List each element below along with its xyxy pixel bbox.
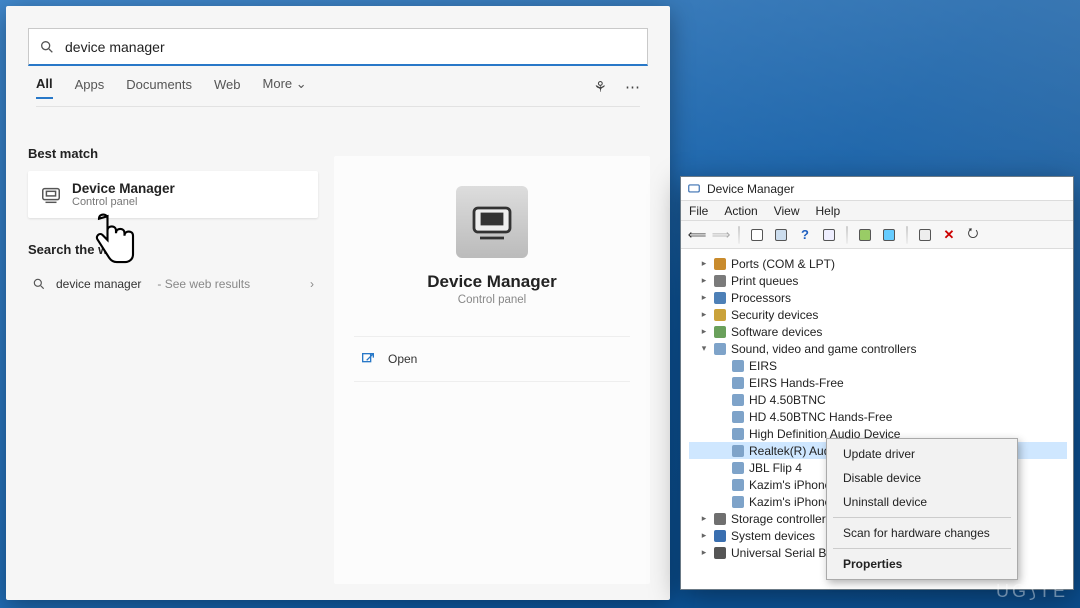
search-input[interactable] xyxy=(65,39,637,55)
detail-title: Device Manager xyxy=(334,272,650,292)
ctx-update[interactable]: Update driver xyxy=(829,442,1015,466)
window-title: Device Manager xyxy=(707,182,794,196)
device-manager-icon xyxy=(40,184,62,206)
open-action[interactable]: Open xyxy=(354,336,630,382)
start-search-panel: All Apps Documents Web More ⌄ ⚘ ⋯ Best m… xyxy=(6,6,670,600)
menu-action[interactable]: Action xyxy=(724,204,757,218)
search-box[interactable] xyxy=(28,28,648,66)
best-match-title: Device Manager xyxy=(72,181,175,196)
watermark: UG⟆TE xyxy=(996,581,1068,602)
ctx-properties[interactable]: Properties xyxy=(829,552,1015,576)
toolbar-btn[interactable] xyxy=(855,225,875,245)
chevron-right-icon: › xyxy=(310,277,314,291)
device-manager-large-icon xyxy=(456,186,528,258)
tree-node-ports[interactable]: ▸Ports (COM & LPT) xyxy=(689,255,1067,272)
web-result-row[interactable]: device manager - See web results › xyxy=(28,267,318,301)
search-tabs: All Apps Documents Web More ⌄ ⚘ ⋯ xyxy=(36,76,640,107)
toolbar-btn[interactable] xyxy=(747,225,767,245)
ctx-disable[interactable]: Disable device xyxy=(829,466,1015,490)
menu-help[interactable]: Help xyxy=(816,204,841,218)
refresh-icon[interactable]: ⭮ xyxy=(963,225,983,245)
search-icon xyxy=(39,39,55,55)
share-icon[interactable]: ⚘ xyxy=(594,78,607,96)
open-label: Open xyxy=(388,352,417,366)
tab-documents[interactable]: Documents xyxy=(126,77,192,98)
separator xyxy=(833,517,1011,518)
nav-back-icon[interactable]: ⟸ xyxy=(687,225,707,245)
tree-node-sec[interactable]: ▸Security devices xyxy=(689,306,1067,323)
menu-bar: File Action View Help xyxy=(681,201,1073,221)
toolbar: ⟸ ⟹ ? ✕ ⭮ xyxy=(681,221,1073,249)
search-web-label: Search the web xyxy=(28,242,318,257)
best-match-result[interactable]: Device Manager Control panel xyxy=(28,171,318,218)
detail-sub: Control panel xyxy=(334,294,650,306)
app-icon xyxy=(687,182,701,196)
toolbar-btn[interactable] xyxy=(819,225,839,245)
separator xyxy=(906,226,908,244)
separator xyxy=(846,226,848,244)
tree-leaf[interactable]: HD 4.50BTNC Hands-Free xyxy=(689,408,1067,425)
help-icon[interactable]: ? xyxy=(795,225,815,245)
separator xyxy=(833,548,1011,549)
chevron-down-icon: ⌄ xyxy=(296,76,307,91)
context-menu: Update driver Disable device Uninstall d… xyxy=(826,438,1018,580)
separator xyxy=(738,226,740,244)
ctx-uninstall[interactable]: Uninstall device xyxy=(829,490,1015,514)
tree-leaf[interactable]: HD 4.50BTNC xyxy=(689,391,1067,408)
tree-node-sound[interactable]: ▾Sound, video and game controllers xyxy=(689,340,1067,357)
menu-view[interactable]: View xyxy=(774,204,800,218)
tree-leaf[interactable]: EIRS Hands-Free xyxy=(689,374,1067,391)
tree-node-proc[interactable]: ▸Processors xyxy=(689,289,1067,306)
menu-file[interactable]: File xyxy=(689,204,708,218)
web-query: device manager xyxy=(56,277,141,291)
tree-node-print[interactable]: ▸Print queues xyxy=(689,272,1067,289)
toolbar-btn[interactable] xyxy=(771,225,791,245)
tab-web[interactable]: Web xyxy=(214,77,241,98)
result-detail-card: Device Manager Control panel Open xyxy=(334,156,650,584)
open-icon xyxy=(360,351,376,367)
tab-all[interactable]: All xyxy=(36,76,53,99)
window-titlebar[interactable]: Device Manager xyxy=(681,177,1073,201)
toolbar-btn[interactable] xyxy=(915,225,935,245)
toolbar-btn[interactable] xyxy=(879,225,899,245)
best-match-sub: Control panel xyxy=(72,196,175,208)
tree-leaf[interactable]: EIRS xyxy=(689,357,1067,374)
tab-more[interactable]: More ⌄ xyxy=(263,76,307,98)
web-hint: - See web results xyxy=(157,277,250,291)
best-match-label: Best match xyxy=(28,146,318,161)
nav-forward-icon[interactable]: ⟹ xyxy=(711,225,731,245)
tree-node-soft[interactable]: ▸Software devices xyxy=(689,323,1067,340)
tab-apps[interactable]: Apps xyxy=(75,77,105,98)
ctx-scan[interactable]: Scan for hardware changes xyxy=(829,521,1015,545)
overflow-icon[interactable]: ⋯ xyxy=(625,78,640,96)
delete-icon[interactable]: ✕ xyxy=(939,225,959,245)
search-icon xyxy=(32,277,46,291)
